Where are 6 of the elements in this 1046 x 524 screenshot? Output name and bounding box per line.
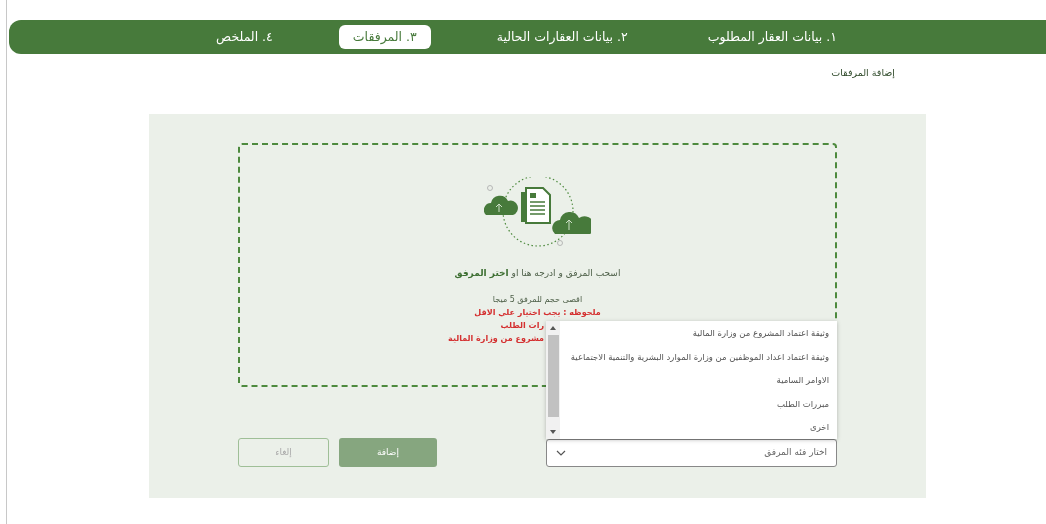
note-text: ملحوظه : يجب اختيار علي الاقل: [473, 306, 602, 319]
note-text: مشروع من وزارة المالية: [448, 333, 544, 343]
size-limit-text: اقصى حجم للمرفق 5 ميجا: [491, 293, 584, 306]
note-text: رات الطلب: [500, 320, 544, 330]
drop-instruction: اسحب المرفق و ادرجه هنا او اختر المرفق: [453, 267, 622, 281]
section-title: إضافة المرفقات: [830, 66, 895, 80]
